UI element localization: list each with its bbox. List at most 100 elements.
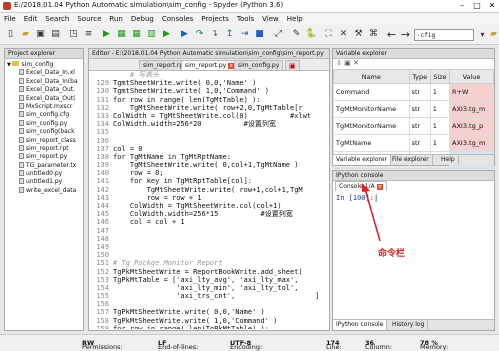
tree-item[interactable]: sim_report.rpt <box>5 144 83 153</box>
tab-ipython-console[interactable]: IPython console <box>333 320 388 330</box>
tree-item[interactable]: untitled1.py <box>5 178 83 186</box>
tree-item[interactable]: sim_config.cfg <box>5 111 83 119</box>
new-window-icon[interactable]: ◳ <box>67 28 80 41</box>
wrench-icon[interactable]: ⚒ <box>352 28 365 41</box>
continue-icon[interactable]: ⇥ <box>238 28 251 41</box>
col-header-type[interactable]: Type <box>408 69 431 84</box>
maximize-button[interactable]: □ <box>470 0 484 12</box>
code-text: TgmtSheetWrite.write( 1,0,'Command' ) <box>113 87 269 96</box>
tab-menu-icon[interactable]: ▣ <box>285 60 300 70</box>
preferences-icon[interactable]: ✎ <box>290 28 303 41</box>
remove-all-icon[interactable]: ✕ <box>353 59 359 67</box>
forward-arrow-icon[interactable]: → <box>399 28 412 41</box>
debug-icon[interactable]: ▶ <box>178 28 191 41</box>
run-icon[interactable]: ▶ <box>100 28 113 41</box>
browse-folder-icon[interactable]: ▰ <box>487 28 499 41</box>
step-icon[interactable]: ↷ <box>193 28 206 41</box>
menu-file[interactable]: File <box>0 13 20 25</box>
tab-variable-explorer[interactable]: Variable explorer <box>333 155 391 165</box>
menu-help[interactable]: Help <box>283 13 307 25</box>
run-selection-icon[interactable]: ▥ <box>145 28 158 41</box>
tab-history-log[interactable]: History log <box>389 320 429 330</box>
tree-item[interactable]: sim_config(back <box>5 128 83 136</box>
line-number: 135 <box>96 128 109 137</box>
project-tree: ▼ sim_config Excel_Data_In.xl Excel_Data_… <box>5 59 83 195</box>
variable-type: str <box>408 117 431 135</box>
tree-item[interactable]: Excel_Data_Out. <box>5 86 83 94</box>
col-header-name[interactable]: Name <box>333 69 410 84</box>
tab-file-explorer[interactable]: File explorer <box>389 155 433 165</box>
menu-projects[interactable]: Projects <box>197 13 233 25</box>
python-path-icon[interactable]: 🐍 <box>305 28 318 41</box>
tree-item[interactable]: TG_parameter.tx <box>5 161 83 170</box>
run-cell-advance-icon[interactable]: ▦ <box>130 28 143 41</box>
col-header-size[interactable]: Size <box>429 69 451 84</box>
save-data-icon[interactable]: ▣ <box>344 59 351 67</box>
tab-sim-config-py[interactable]: sim_config.py <box>234 60 284 70</box>
code-text: TgMtSheetWrite.write( 0,col+1,TgMtName ) <box>113 161 299 170</box>
variable-row[interactable]: TgMtMonitorName str 1 AXI3.tg_p <box>333 117 494 135</box>
save-icon[interactable]: ▣ <box>34 28 47 41</box>
variable-row[interactable]: TgMtName str 1 AXI3.tg_m <box>333 134 494 152</box>
menu-search[interactable]: Search <box>41 13 73 25</box>
line-number: 153 <box>96 275 109 284</box>
menu-tools[interactable]: Tools <box>233 13 258 25</box>
tree-root[interactable]: ▼ sim_config <box>5 61 83 69</box>
file-icon <box>19 161 24 168</box>
file-icon <box>19 178 24 185</box>
tree-item-label: untitled0.py <box>26 170 63 178</box>
code-text: 'axi_trs_cnt', ] <box>113 292 320 301</box>
python-console-icon[interactable]: ⌘ <box>367 28 380 41</box>
tree-item[interactable]: MxScript.mxscr <box>5 102 83 111</box>
code-line: 134 ColWidth.width=256*20 #设置列宽 <box>89 120 329 128</box>
tab-help[interactable]: Help <box>438 155 459 165</box>
working-directory-input[interactable]: ·cfig <box>414 29 474 41</box>
tree-item[interactable]: Excel_Data_In(ba <box>5 77 83 86</box>
import-data-icon[interactable]: ⇩ <box>336 59 342 67</box>
minimize-button[interactable]: – <box>455 0 469 12</box>
back-arrow-icon[interactable]: ← <box>385 28 398 41</box>
save-all-icon[interactable]: ▤ <box>49 28 62 41</box>
rerun-icon[interactable]: ▶ <box>160 28 173 41</box>
console-input-area[interactable]: In [100]:| <box>333 191 494 319</box>
tree-item[interactable]: sim_report.py <box>5 153 83 161</box>
menu-source[interactable]: Source <box>73 13 105 25</box>
run-cell-icon[interactable]: ▦ <box>115 28 128 41</box>
code-text: row = row + 1 <box>113 193 202 202</box>
browse-tabs-icon[interactable]: ≡ <box>82 28 95 41</box>
tree-item[interactable]: untitled0.py <box>5 170 83 178</box>
menu-debug[interactable]: Debug <box>127 13 158 25</box>
fullscreen-icon[interactable]: ⛶ <box>322 28 335 41</box>
variable-row[interactable]: Command str 1 R+W <box>333 83 494 101</box>
code-text: ColWidth = TgMtSheetWrite.col(col+1) <box>113 202 282 210</box>
menu-run[interactable]: Run <box>105 13 126 25</box>
tab-sim-report-py[interactable]: sim_report.py x <box>181 60 239 70</box>
close-window-button[interactable]: ✕ <box>485 0 499 12</box>
step-return-icon[interactable]: ↥ <box>223 28 236 41</box>
code-line: 150 <box>89 251 329 259</box>
menu-consoles[interactable]: Consoles <box>158 13 197 25</box>
step-into-icon[interactable]: ↴ <box>208 28 221 41</box>
new-file-icon[interactable]: ▯ <box>4 28 17 41</box>
col-header-value[interactable]: Value <box>449 69 494 84</box>
code-area[interactable]: # 写表头 129 TgmtSheetWrite.write( 0,0,'Name'… <box>89 71 329 329</box>
line-number: 143 <box>96 193 109 202</box>
line-number: 156 <box>96 300 109 309</box>
tree-item[interactable]: write_excel_data <box>5 186 83 195</box>
menu-edit[interactable]: Edit <box>20 13 42 25</box>
line-number: 130 <box>96 87 109 96</box>
tree-item[interactable]: sim_config.py <box>5 119 83 128</box>
tree-item[interactable]: Excel_Data_In.xl <box>5 69 83 77</box>
menu-view[interactable]: View <box>258 13 283 25</box>
open-file-icon[interactable]: ▰ <box>19 28 32 41</box>
tree-item[interactable]: Excel_Data_Out( <box>5 94 83 103</box>
stop-debug-icon[interactable]: ■ <box>253 28 266 41</box>
code-line: 154 'axi_lty_min', 'axi_lty_tol', <box>89 284 329 292</box>
tree-item-label: Excel_Data_In(ba <box>26 77 78 85</box>
tools-icon[interactable]: ✕ <box>337 28 350 41</box>
ipython-console-title: IPython console <box>333 171 494 181</box>
code-text: TgPkMtTable = ['axi_lty_avg', 'axi_lty_m… <box>113 275 299 284</box>
tree-item[interactable]: sim_report_class <box>5 136 83 145</box>
maximize-pane-icon[interactable]: ⤢ <box>272 28 285 41</box>
variable-row[interactable]: TgMtMonitorName str 1 AXI3.tg_m <box>333 100 494 118</box>
